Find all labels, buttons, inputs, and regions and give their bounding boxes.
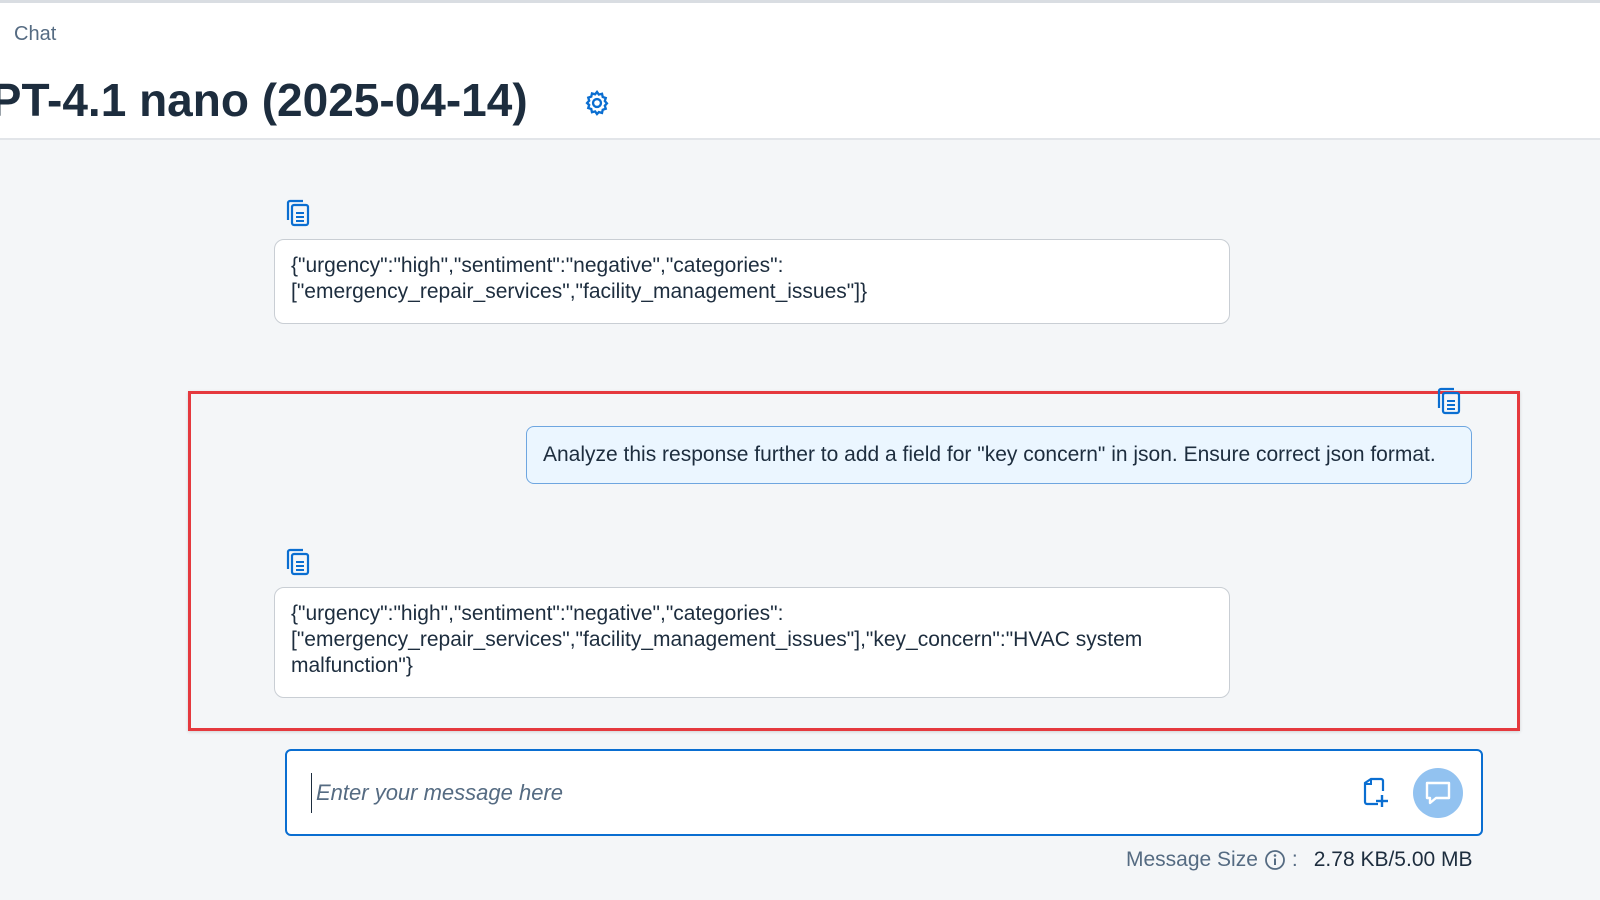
send-button[interactable] <box>1413 768 1463 818</box>
copy-icon <box>286 199 310 227</box>
assistant-message: {"urgency":"high","sentiment":"negative"… <box>274 587 1230 698</box>
copy-icon <box>1437 387 1461 415</box>
page-header: Chat GPT-4.1 nano (2025-04-14) <box>0 3 1600 140</box>
breadcrumb[interactable]: Chat <box>14 23 56 46</box>
gear-icon <box>585 89 609 116</box>
page-title: GPT-4.1 nano (2025-04-14) <box>0 74 528 126</box>
copy-button[interactable] <box>285 198 311 228</box>
copy-button[interactable] <box>1436 386 1462 416</box>
assistant-message: {"urgency":"high","sentiment":"negative"… <box>274 239 1230 324</box>
message-size-label: Message Size <box>1126 848 1258 871</box>
info-icon[interactable] <box>1264 849 1286 871</box>
chat-send-icon <box>1425 781 1451 805</box>
message-size-value: 2.78 KB/5.00 MB <box>1313 848 1473 871</box>
user-message: Analyze this response further to add a f… <box>526 426 1472 484</box>
copy-button[interactable] <box>285 547 311 577</box>
attach-file-icon <box>1363 777 1388 807</box>
message-input[interactable] <box>311 773 1318 813</box>
message-composer <box>285 749 1483 836</box>
copy-icon <box>286 548 310 576</box>
message-size: Message Size : 2.78 KB/5.00 MB <box>1126 848 1473 872</box>
colon-separator: : <box>1291 848 1298 871</box>
attach-file-button[interactable] <box>1361 777 1389 809</box>
settings-button[interactable] <box>583 89 611 117</box>
